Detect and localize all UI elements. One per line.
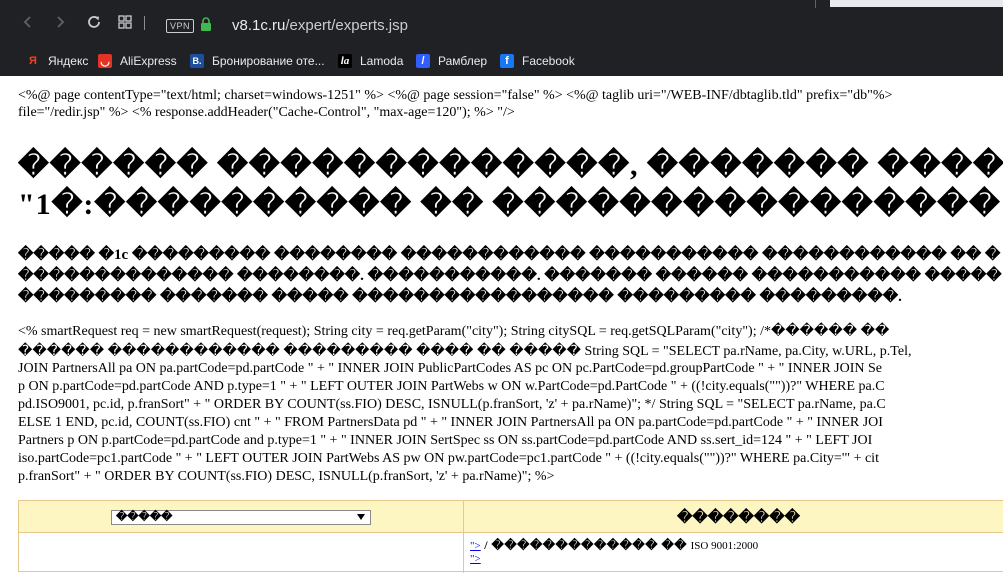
chevron-down-icon xyxy=(357,514,365,520)
table-row: "> / ������������� �� ISO 9001:2000 "> xyxy=(470,539,758,566)
page-heading-line: ������ �������������, ������� ������� xyxy=(18,149,1003,182)
bookmark-yandex[interactable]: Я Яндекс xyxy=(26,52,88,70)
bookmark-label: Яндекс xyxy=(48,54,89,68)
sql-code-line: <% smartRequest req = new smartRequest(r… xyxy=(18,324,890,339)
bookmark-facebook[interactable]: f Facebook xyxy=(500,52,575,70)
partners-table: ����� �������� "> / ������������� �� ISO… xyxy=(18,500,1003,573)
row-link[interactable]: "> xyxy=(470,553,481,565)
sql-code-line: p ON p.partCode=pd.partCode AND p.type=1… xyxy=(18,379,885,394)
page-content: <%@ page contentType="text/html; charset… xyxy=(18,76,1003,580)
aliexpress-icon: ◡ xyxy=(98,54,112,68)
forward-arrow-icon xyxy=(57,16,65,28)
url-field[interactable]: v8.1c.ru/expert/experts.jsp xyxy=(232,17,408,34)
iso-label: ISO 9001:2000 xyxy=(690,540,759,552)
reload-button[interactable] xyxy=(84,12,104,32)
sql-code-line: Partners p ON p.partCode=pd.partCode and… xyxy=(18,433,873,448)
sql-code-line: p.franSort" + " ORDER BY COUNT(ss.FIO) D… xyxy=(18,469,555,484)
bookmark-rambler[interactable]: / Рамблер xyxy=(416,52,487,70)
back-button[interactable] xyxy=(18,12,38,32)
vpn-badge[interactable]: VPN xyxy=(166,19,195,33)
bookmark-lamoda[interactable]: la Lamoda xyxy=(338,52,403,70)
table-column-divider xyxy=(463,501,464,573)
bookmark-booking[interactable]: B. Бронирование оте... xyxy=(190,52,325,70)
intro-text-line: ����� �1с ��������� �������� �����������… xyxy=(18,247,1001,263)
reload-icon xyxy=(88,16,100,28)
back-arrow-icon xyxy=(23,16,31,28)
bookmark-label: Рамблер xyxy=(438,54,488,68)
sql-code-line: ELSE 1 END, pc.id, COUNT(ss.FIO) cnt " +… xyxy=(18,415,883,430)
tabs-grid-button[interactable] xyxy=(115,12,135,32)
toolbar-separator xyxy=(144,16,145,30)
intro-text-line: �������������� ��������. �����������. ��… xyxy=(18,268,1002,284)
browser-chrome: VPN v8.1c.ru/expert/experts.jsp Я Яндекс… xyxy=(0,0,1003,76)
jsp-directive-line: <%@ page contentType="text/html; charset… xyxy=(18,88,893,103)
row-link[interactable]: "> xyxy=(470,540,481,552)
jsp-directive-line: file="/redir.jsp" %> <% response.addHead… xyxy=(18,105,515,120)
sql-code-line: iso.partCode=pc1.partCode " + " LEFT OUT… xyxy=(18,451,879,466)
row-text: / ������������� �� xyxy=(480,538,691,552)
table-header-cell: �������� xyxy=(677,510,801,526)
url-path: /expert/experts.jsp xyxy=(285,17,408,34)
lock-icon[interactable] xyxy=(200,17,212,31)
lamoda-icon: la xyxy=(338,54,352,68)
sql-code-line: pd.ISO9001, pc.id, p.franSort" + " ORDER… xyxy=(18,397,886,412)
url-host: v8.1c.ru xyxy=(232,17,286,34)
forward-button[interactable] xyxy=(50,12,70,32)
bookmark-label: Lamoda xyxy=(360,54,404,68)
address-bar-row: VPN v8.1c.ru/expert/experts.jsp xyxy=(0,0,1003,44)
intro-text-line: ��������� ������� ����� ����������������… xyxy=(18,289,902,305)
bookmarks-bar: Я Яндекс ◡ AliExpress B. Бронирование от… xyxy=(0,48,1003,72)
booking-icon: B. xyxy=(190,54,204,68)
facebook-icon: f xyxy=(500,54,514,68)
bookmark-aliexpress[interactable]: ◡ AliExpress xyxy=(98,52,177,70)
page-heading-line: "1�:���������� �� ���������������� ��� xyxy=(18,188,1003,221)
bookmark-label: AliExpress xyxy=(120,54,177,68)
city-select-value: ����� xyxy=(116,511,173,523)
sql-code-line: JOIN PartnersAll pa ON pa.partCode=pd.pa… xyxy=(18,361,883,376)
bookmark-label: Бронирование оте... xyxy=(212,54,325,68)
rambler-icon: / xyxy=(416,54,430,68)
grid-icon xyxy=(118,15,132,29)
city-select[interactable]: ����� xyxy=(111,510,371,525)
sql-code-line: ������ ������������ ��������� ���� �� ��… xyxy=(18,344,912,359)
bookmark-label: Facebook xyxy=(522,54,575,68)
yandex-icon: Я xyxy=(29,55,37,67)
